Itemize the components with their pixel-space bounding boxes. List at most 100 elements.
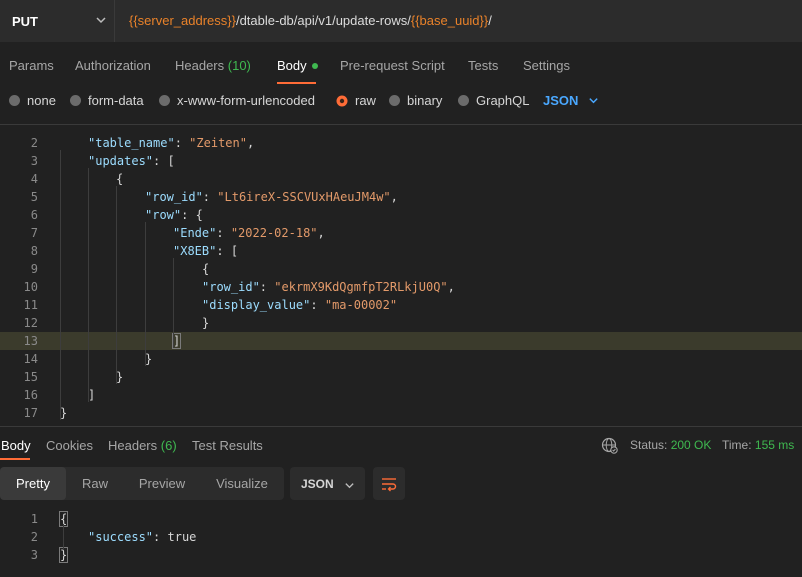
radio-urlencoded-circle [159,95,170,106]
url-part-server-address: {{server_address}} [129,13,236,28]
editor-line: 13] [0,332,802,350]
line-code: "row_id": "Lt6ireX-SSCVUxHAeuJM4w", [145,190,398,204]
response-tab-headers[interactable]: Headers (6) [108,438,177,453]
line-number: 12 [23,316,38,330]
editor-line: 14} [0,350,802,368]
response-tab-test-results[interactable]: Test Results [192,438,263,453]
method-label: PUT [12,14,38,29]
line-number: 2 [30,136,38,150]
response-divider [0,426,802,427]
line-number: 4 [30,172,38,186]
status-value[interactable]: 200 OK [671,438,712,452]
chevron-down-icon [96,17,106,24]
tab-tests[interactable]: Tests [468,58,498,73]
editor-line: 5 "row_id": "Lt6ireX-SSCVUxHAeuJM4w", [0,188,802,206]
view-raw-button[interactable]: Raw [66,467,124,500]
request-body-editor[interactable]: 2 "table_name": "Zeiten", 3 "updates": [4{5… [0,132,802,422]
radio-form-data[interactable]: form-data [70,93,144,108]
radio-graphql-label: GraphQL [476,93,530,108]
chevron-down-icon [589,98,599,104]
url-part-path: /dtable-db/api/v1/update-rows/ [235,13,411,28]
tab-body-label: Body [277,58,307,73]
indent-guide [116,186,117,384]
radio-raw[interactable]: raw [336,93,376,108]
line-code: "updates": [ [88,154,175,168]
time-label: Time: [722,438,752,452]
response-tab-cookies[interactable]: Cookies [46,438,93,453]
response-body-editor[interactable]: 1 { 2 "success": true 3 } [0,510,802,570]
active-response-tab-indicator [0,458,30,460]
editor-line: 4{ [0,170,802,188]
radio-raw-label: raw [355,93,376,108]
tab-body[interactable]: Body [277,58,318,73]
editor-line: 10 "row_id": "ekrmX9KdQgmfpT2RLkjU0Q", [0,278,802,296]
editor-line: 11 "display_value": "ma-00002" [0,296,802,314]
request-tabs: Params Authorization Headers (10) Body P… [0,52,802,84]
url-part-trailing-slash: / [488,13,492,28]
line-code: { [116,172,124,186]
body-format-select[interactable]: JSON [543,93,599,108]
wrap-lines-icon [382,478,397,492]
view-visualize-button[interactable]: Visualize [200,467,284,500]
response-format-select[interactable]: JSON [290,467,365,500]
line-number: 10 [23,280,38,294]
tab-params[interactable]: Params [9,58,54,73]
response-line-number: 1 [30,512,38,526]
line-code: { [202,262,210,276]
url-part-base-uuid: {{base_uuid}} [410,13,489,28]
editor-line: 12} [0,314,802,332]
url-bar: PUT {{server_address}}/dtable-db/api/v1/… [0,0,802,44]
tab-pre-request-script[interactable]: Pre-request Script [340,58,445,73]
response-line: 2 "success": true [0,528,802,546]
response-line-code: "success": true [88,528,196,546]
radio-binary-label: binary [407,93,443,108]
line-code: "Ende": "2022-02-18", [173,226,325,240]
indent-guide [63,524,64,550]
editor-line: 9{ [0,260,802,278]
editor-line: 15} [0,368,802,386]
radio-raw-circle [336,95,348,106]
globe-icon[interactable] [601,437,619,455]
radio-form-data-label: form-data [88,93,144,108]
response-tab-body[interactable]: Body [1,438,31,453]
line-number: 5 [30,190,38,204]
time-value[interactable]: 155 ms [755,438,794,452]
body-type-options: none form-data x-www-form-urlencoded raw… [0,88,802,114]
body-format-label: JSON [543,93,579,108]
line-number: 7 [30,226,38,240]
radio-binary-circle [389,95,400,106]
editor-top-divider [0,124,802,125]
radio-graphql[interactable]: GraphQL [458,93,529,108]
tab-settings[interactable]: Settings [523,58,570,73]
method-select[interactable]: PUT [0,0,115,42]
response-status: Status: 200 OK [630,438,711,452]
response-format-label: JSON [301,477,334,491]
radio-none[interactable]: none [9,93,56,108]
editor-line: 16] [0,386,802,404]
response-line-number: 3 [30,548,38,562]
url-input[interactable]: {{server_address}}/dtable-db/api/v1/upda… [115,0,802,42]
radio-none-label: none [27,93,56,108]
view-preview-button[interactable]: Preview [124,467,200,500]
body-modified-dot [311,62,318,69]
line-code: "X8EB": [ [173,244,239,258]
line-number: 17 [23,406,38,420]
line-code: "display_value": "ma-00002" [202,298,398,312]
tab-authorization[interactable]: Authorization [75,58,151,73]
radio-binary[interactable]: binary [389,93,442,108]
radio-none-circle [9,95,20,106]
line-number: 9 [30,262,38,276]
line-number: 16 [23,388,38,402]
tab-headers[interactable]: Headers (10) [175,58,251,73]
response-view-selector: Pretty Raw Preview Visualize [0,467,284,500]
editor-line: 8 "X8EB": [ [0,242,802,260]
wrap-lines-button[interactable] [373,467,405,500]
line-code: "table_name": "Zeiten", [88,136,255,150]
radio-urlencoded[interactable]: x-www-form-urlencoded [159,93,315,108]
response-close-brace: } [58,547,69,563]
line-code: } [145,352,153,366]
line-number: 6 [30,208,38,222]
view-pretty-button[interactable]: Pretty [0,467,66,500]
editor-line: 17} [0,404,802,422]
response-tab-headers-label: Headers [108,438,158,453]
